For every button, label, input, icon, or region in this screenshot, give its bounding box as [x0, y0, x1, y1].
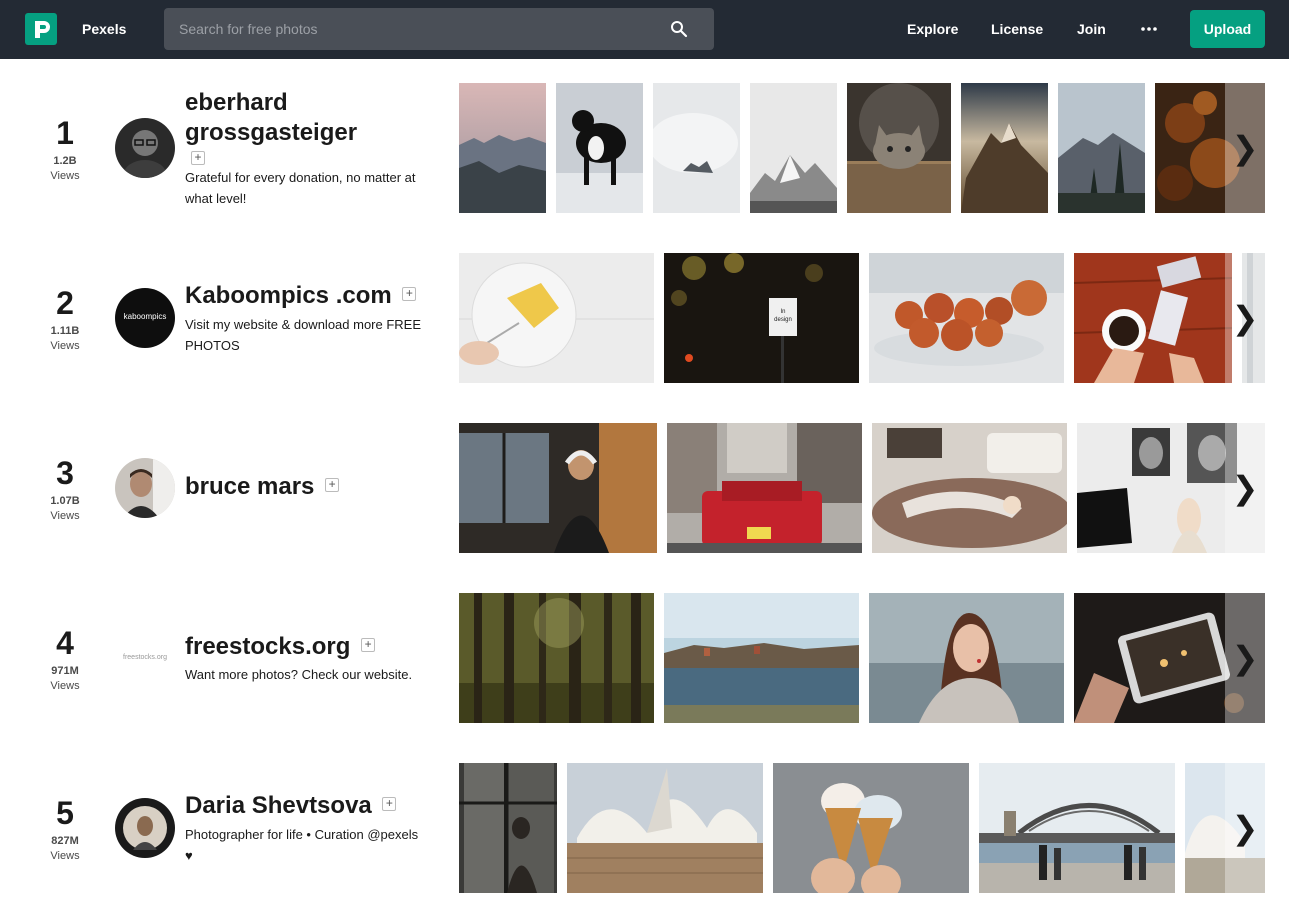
- avatar-logo-text: freestocks.org: [123, 654, 167, 661]
- photo-thumbnail[interactable]: [1058, 83, 1145, 213]
- photographer-bio: Grateful for every donation, no matter a…: [185, 170, 416, 206]
- photo-thumbnail[interactable]: In design: [664, 253, 859, 383]
- rank-number: 2: [56, 285, 74, 321]
- next-photos-button[interactable]: ❯: [1225, 253, 1265, 383]
- photographer-row-4: 4 971M Views freestocks.org freestocks.o…: [0, 593, 1289, 723]
- photographer-name[interactable]: Daria Shevtsova +: [185, 791, 445, 821]
- pexels-logo-icon[interactable]: [25, 13, 57, 45]
- views-label: Views: [50, 510, 80, 522]
- avatar[interactable]: freestocks.org: [115, 628, 175, 688]
- photographer-bio: Photographer for life • Curation @pexels…: [185, 824, 440, 866]
- photo-thumbnail[interactable]: [847, 83, 951, 213]
- rank-number: 5: [56, 795, 74, 831]
- photo-strip: [459, 83, 1265, 213]
- avatar[interactable]: [115, 458, 175, 518]
- avatar[interactable]: kaboompics: [115, 288, 175, 348]
- photo-thumbnail[interactable]: [872, 423, 1067, 553]
- avatar-logo-text: kaboompics: [123, 312, 167, 321]
- photographer-bio: Visit my website & download more FREE PH…: [185, 317, 422, 353]
- chevron-right-icon: ❯: [1231, 300, 1259, 336]
- name-text: Kaboompics .com: [185, 282, 392, 309]
- photographer-name[interactable]: eberhard grossgasteiger: [185, 88, 435, 148]
- next-photos-button[interactable]: ❯: [1225, 763, 1265, 893]
- photographer-name[interactable]: freestocks.org +: [185, 632, 445, 662]
- follow-button[interactable]: +: [402, 286, 417, 301]
- search-bar: [164, 8, 714, 50]
- photographer-row-1: 1 1.2B Views eberhard grossgasteiger + G…: [0, 83, 1289, 213]
- photo-strip: In design: [459, 253, 1265, 383]
- views-count: 1.07B: [50, 495, 80, 507]
- nav-explore-link[interactable]: Explore: [907, 20, 958, 38]
- chevron-right-icon: ❯: [1231, 470, 1259, 506]
- photographer-name[interactable]: bruce mars +: [185, 472, 445, 502]
- rank-number: 3: [56, 455, 74, 491]
- heart-icon: ♥: [185, 848, 193, 863]
- photo-thumbnail[interactable]: [567, 763, 763, 893]
- photo-strip: [459, 763, 1265, 893]
- follow-button[interactable]: +: [325, 477, 340, 492]
- follow-button[interactable]: +: [191, 151, 205, 165]
- photo-thumbnail[interactable]: [773, 763, 969, 893]
- avatar[interactable]: [115, 118, 175, 178]
- views-count: 1.2B: [53, 155, 77, 167]
- photo-thumbnail[interactable]: [750, 83, 837, 213]
- search-input[interactable]: [179, 8, 659, 50]
- photo-thumbnail[interactable]: [869, 593, 1064, 723]
- photo-thumbnail[interactable]: [664, 593, 859, 723]
- nav-license-link[interactable]: License: [991, 20, 1043, 38]
- top-navigation-bar: Pexels Explore License Join Upload: [0, 0, 1289, 59]
- views-label: Views: [50, 850, 80, 862]
- chevron-right-icon: ❯: [1231, 640, 1259, 676]
- bio-text: Photographer for life • Curation @pexels: [185, 827, 419, 842]
- next-photos-button[interactable]: ❯: [1225, 423, 1265, 553]
- name-line-1: eberhard: [185, 89, 288, 116]
- name-line-2: grossgasteiger: [185, 119, 358, 146]
- photo-thumbnail[interactable]: [653, 83, 740, 213]
- brand-name[interactable]: Pexels: [82, 20, 126, 38]
- views-count: 971M: [51, 665, 79, 677]
- name-text: freestocks.org: [185, 633, 351, 660]
- svg-text:In: In: [780, 309, 785, 315]
- photo-thumbnail[interactable]: [979, 763, 1175, 893]
- views-count: 1.11B: [50, 325, 80, 337]
- next-photos-button[interactable]: ❯: [1225, 83, 1265, 213]
- photo-strip: [459, 423, 1265, 553]
- views-label: Views: [50, 340, 80, 352]
- next-photos-button[interactable]: ❯: [1225, 593, 1265, 723]
- photographer-row-2: 2 1.11B Views kaboompics Kaboompics .com…: [0, 253, 1289, 383]
- photo-thumbnail[interactable]: [459, 83, 546, 213]
- upload-button[interactable]: Upload: [1190, 10, 1265, 48]
- nav-join-link[interactable]: Join: [1077, 20, 1106, 38]
- more-options-icon[interactable]: [1139, 20, 1159, 38]
- name-text: Daria Shevtsova: [185, 792, 372, 819]
- name-text: bruce mars: [185, 473, 315, 500]
- photographer-row-5: 5 827M Views Daria Shevtsova + Photograp…: [0, 763, 1289, 893]
- views-label: Views: [50, 680, 80, 692]
- photographer-bio: Want more photos? Check our website.: [185, 667, 413, 682]
- svg-text:design: design: [774, 317, 792, 323]
- photo-thumbnail[interactable]: [667, 423, 862, 553]
- avatar[interactable]: [115, 798, 175, 858]
- photographer-row-3: 3 1.07B Views bruce mars + ❯: [0, 423, 1289, 553]
- photo-thumbnail[interactable]: [459, 763, 557, 893]
- chevron-right-icon: ❯: [1231, 130, 1259, 166]
- chevron-right-icon: ❯: [1231, 810, 1259, 846]
- views-count: 827M: [51, 835, 79, 847]
- follow-button[interactable]: +: [382, 796, 397, 811]
- photo-thumbnail[interactable]: [459, 593, 654, 723]
- photo-thumbnail[interactable]: [556, 83, 643, 213]
- rank-number: 1: [56, 115, 74, 151]
- photo-thumbnail[interactable]: [459, 253, 654, 383]
- photographer-name[interactable]: Kaboompics .com +: [185, 281, 445, 311]
- photo-thumbnail[interactable]: [459, 423, 657, 553]
- photo-thumbnail[interactable]: [1074, 253, 1232, 383]
- search-icon[interactable]: [670, 20, 688, 38]
- photo-strip: [459, 593, 1265, 723]
- views-label: Views: [50, 170, 80, 182]
- photo-thumbnail[interactable]: [961, 83, 1048, 213]
- photo-thumbnail[interactable]: [869, 253, 1064, 383]
- follow-button[interactable]: +: [361, 637, 376, 652]
- rank-number: 4: [56, 625, 74, 661]
